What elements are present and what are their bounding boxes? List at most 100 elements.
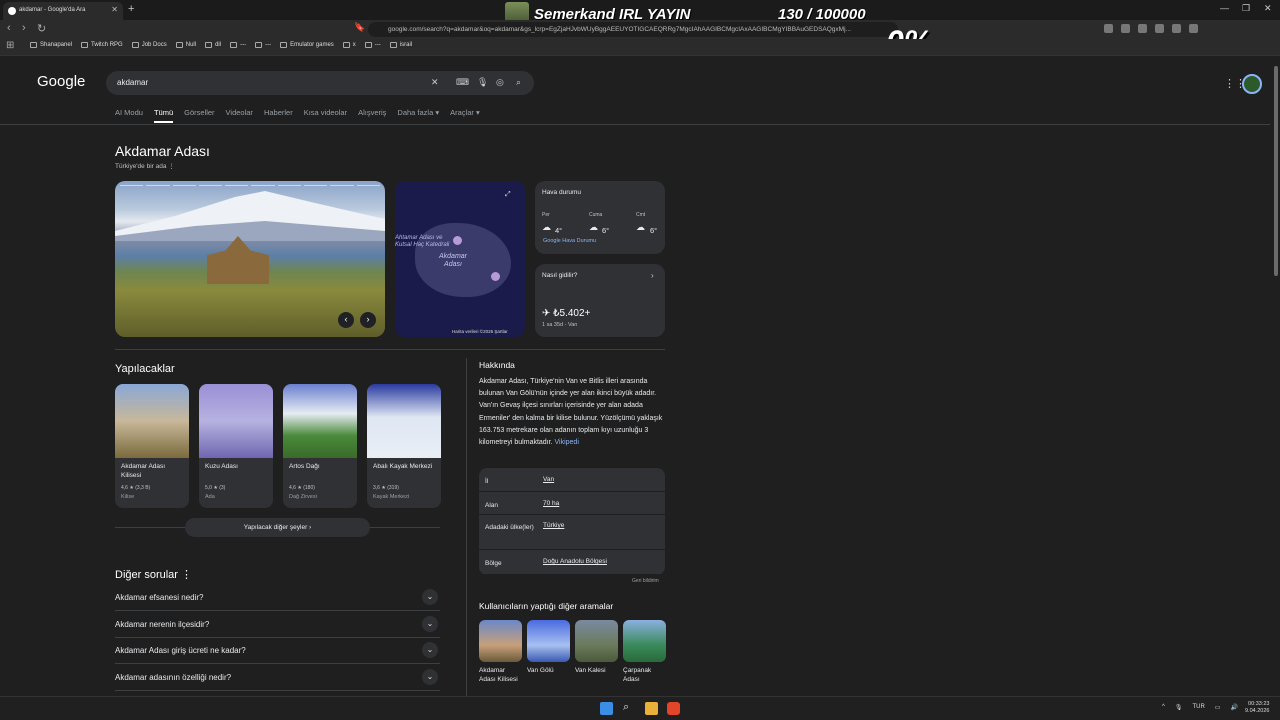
related-search-item[interactable]: Çarpanak Adası xyxy=(623,620,666,684)
fact-key: Alan xyxy=(485,502,499,509)
question-item[interactable]: Akdamar efsanesi nedir? ⌄ xyxy=(115,585,440,611)
map-card[interactable]: Ahtamar Adası ve Kutsal Haç Katedrali Ak… xyxy=(395,181,525,337)
bookmark-item[interactable]: Emulator games xyxy=(280,42,334,48)
chevron-down-icon[interactable]: ⌄ xyxy=(422,589,438,605)
tab-0[interactable]: AI Modu xyxy=(115,108,143,123)
about-heading: Hakkında xyxy=(479,360,515,370)
bookmark-item[interactable]: x xyxy=(342,42,356,48)
thing-card[interactable]: Artos Dağı 4,6 ★ (180) Dağ Zirvesi xyxy=(283,384,357,508)
minimize-icon[interactable]: — xyxy=(1220,3,1229,13)
taskbar: ⌕ ^ 🎙 TUR ▭ 🔊 00:33:23 9.04.2026 xyxy=(0,696,1280,720)
fact-value[interactable]: 70 ha xyxy=(543,500,559,507)
church-shape xyxy=(207,236,269,284)
brave-browser-icon[interactable] xyxy=(667,702,680,715)
fact-value[interactable]: Doğu Anadolu Bölgesi xyxy=(543,558,607,565)
clear-icon[interactable]: ✕ xyxy=(431,77,439,88)
tab-1[interactable]: Tümü xyxy=(153,108,174,123)
weather-card[interactable]: Hava durumu Per Cuma Cmt ☁ ☁ ☁ 4° 6° 6° … xyxy=(535,181,665,254)
display-icon[interactable]: ▭ xyxy=(1215,704,1221,711)
new-tab-button[interactable]: + xyxy=(128,3,134,15)
more-things-button[interactable]: Yapılacak diğer şeyler › xyxy=(185,518,370,537)
wikipedia-link[interactable]: Vikipedi xyxy=(554,439,578,446)
search-box[interactable]: akdamar ✕ ⌨ 🎙 ◎ ⌕ xyxy=(106,71,534,95)
thing-name: Abalı Kayak Merkezi xyxy=(373,463,433,470)
related-search-item[interactable]: Van Kalesi xyxy=(575,620,618,675)
tab-7[interactable]: Daha fazla ▾ xyxy=(397,108,439,123)
thing-card[interactable]: Kuzu Adası 5,0 ★ (3) Ada xyxy=(199,384,273,508)
directions-card[interactable]: Nasıl gidilir? › ✈ ₺5.402+ 1 sa 35d - Va… xyxy=(535,264,665,337)
search-icon[interactable]: ⌕ xyxy=(516,77,521,88)
back-icon[interactable]: ‹ xyxy=(7,22,11,34)
search-input[interactable]: akdamar xyxy=(117,78,148,87)
chevron-down-icon[interactable]: ⌄ xyxy=(422,668,438,685)
mic-icon[interactable]: 🎙 xyxy=(1175,704,1183,711)
tab-5[interactable]: Kısa videolar xyxy=(304,108,347,123)
scrollbar-thumb[interactable] xyxy=(1274,66,1278,276)
windows-start-icon[interactable] xyxy=(600,702,613,715)
fact-value[interactable]: Van xyxy=(543,476,554,483)
question-text: Akdamar efsanesi nedir? xyxy=(115,593,204,602)
browser-tab[interactable]: akdamar - Google'da Ara ✕ xyxy=(3,2,123,20)
mic-icon[interactable]: 🎙 xyxy=(477,77,488,88)
bookmark-icon[interactable]: 🔖 xyxy=(354,22,365,33)
tab-6[interactable]: Alışveriş xyxy=(358,108,386,123)
thing-card[interactable]: Akdamar Adası Kilisesi 4,6 ★ (3,3 B) Kilis… xyxy=(115,384,189,508)
volume-icon[interactable]: 🔊 xyxy=(1230,704,1237,711)
forward-icon[interactable]: › xyxy=(22,22,26,34)
carousel-prev-button[interactable]: ‹ xyxy=(338,312,354,328)
pier-pin-icon[interactable] xyxy=(491,272,500,281)
restore-icon[interactable]: ❐ xyxy=(1242,3,1250,14)
page-title: Akdamar Adası xyxy=(115,143,210,159)
extension-icon[interactable] xyxy=(1138,24,1147,33)
question-item[interactable]: Akdamar nerenin ilçesidir? ⌄ xyxy=(115,612,440,638)
carousel-next-button[interactable]: › xyxy=(360,312,376,328)
extension-icon[interactable] xyxy=(1104,24,1113,33)
bookmark-item[interactable]: --- xyxy=(230,42,246,48)
close-tab-icon[interactable]: ✕ xyxy=(111,5,118,14)
chevron-up-icon[interactable]: ^ xyxy=(1162,704,1165,711)
question-item[interactable]: Akdamar adasının özelliği nedir? ⌄ xyxy=(115,665,440,691)
expand-map-icon[interactable]: ⤢ xyxy=(505,191,511,199)
search-icon[interactable]: ⌕ xyxy=(623,701,636,714)
keyboard-icon[interactable]: ⌨ xyxy=(456,77,469,88)
bookmark-item[interactable]: Shanapanel xyxy=(30,42,72,48)
extension-icon[interactable] xyxy=(1155,24,1164,33)
tab-3[interactable]: Videolar xyxy=(226,108,253,123)
address-bar[interactable]: google.com/search?q=akdamar&oq=akdamar&g… xyxy=(368,22,898,37)
related-search-item[interactable]: Akdamar Adası Kilisesi xyxy=(479,620,522,684)
chevron-down-icon[interactable]: ⌄ xyxy=(422,615,438,632)
chevron-down-icon[interactable]: ⌄ xyxy=(422,642,438,658)
tab-4[interactable]: Haberler xyxy=(264,108,293,123)
language-indicator[interactable]: TUR xyxy=(1192,704,1204,711)
hero-image[interactable]: ‹ › xyxy=(115,181,385,337)
extension-icon[interactable] xyxy=(1121,24,1130,33)
related-search-item[interactable]: Van Gölü xyxy=(527,620,570,675)
fact-value[interactable]: Türkiye xyxy=(543,522,564,529)
bookmark-item[interactable]: --- xyxy=(255,42,271,48)
tab-2[interactable]: Görseller xyxy=(184,108,214,123)
bookmark-item[interactable]: Job Docs xyxy=(131,42,167,48)
tab-8[interactable]: Araçlar ▾ xyxy=(450,108,480,123)
file-explorer-icon[interactable] xyxy=(645,702,658,715)
clock[interactable]: 00:33:23 9.04.2026 xyxy=(1245,701,1269,715)
question-item[interactable]: Akdamar Adası giriş ücreti ne kadar? ⌄ xyxy=(115,638,440,664)
scrollbar[interactable] xyxy=(1272,58,1280,696)
bookmark-item[interactable]: Null xyxy=(175,42,196,48)
weather-source-link[interactable]: Google Hava Durumu xyxy=(543,238,596,244)
bookmark-item[interactable]: dil xyxy=(205,42,221,48)
church-pin-icon[interactable] xyxy=(453,236,462,245)
google-logo[interactable]: Google xyxy=(37,73,85,90)
reload-icon[interactable]: ↻ xyxy=(37,22,46,35)
feedback-link[interactable]: Geri bildirim xyxy=(632,578,659,584)
extension-icon[interactable] xyxy=(1172,24,1181,33)
bookmark-item[interactable]: Twitch RPG xyxy=(81,42,123,48)
avatar[interactable] xyxy=(1242,74,1262,94)
close-window-icon[interactable]: ✕ xyxy=(1264,3,1272,14)
bookmark-item[interactable]: israil xyxy=(389,42,412,48)
menu-icon[interactable] xyxy=(1189,24,1198,33)
folder-icon xyxy=(230,42,238,48)
apps-grid-icon[interactable]: ⊞ xyxy=(6,40,14,51)
lens-icon[interactable]: ◎ xyxy=(496,77,504,88)
thing-card[interactable]: Abalı Kayak Merkezi 3,6 ★ (319) Kayak Merk… xyxy=(367,384,441,508)
bookmark-item[interactable]: --- xyxy=(364,42,381,48)
